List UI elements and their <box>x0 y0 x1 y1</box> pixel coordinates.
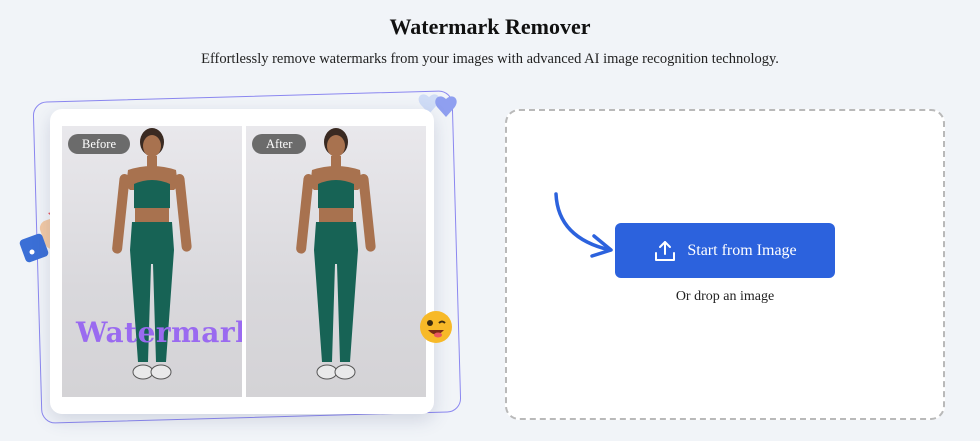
after-image: After <box>246 126 426 397</box>
drop-image-hint: Or drop an image <box>675 289 775 304</box>
upload-icon <box>655 240 676 261</box>
before-after-card: Before Watermark After <box>50 109 434 414</box>
curved-arrow-icon <box>554 192 613 258</box>
page-subtitle: Effortlessly remove watermarks from your… <box>201 51 779 67</box>
winking-emoji-icon <box>420 311 452 343</box>
page-title: Watermark Remover <box>389 14 591 39</box>
model-figure <box>296 128 376 380</box>
start-from-image-button[interactable]: Start from Image <box>615 223 835 278</box>
before-label: Before <box>68 134 131 154</box>
start-from-image-label: Start from Image <box>687 241 797 259</box>
model-figure <box>112 128 192 380</box>
before-image: Before Watermark <box>62 126 242 397</box>
after-label: After <box>252 134 307 154</box>
watermark-overlay: Watermark <box>76 316 242 349</box>
